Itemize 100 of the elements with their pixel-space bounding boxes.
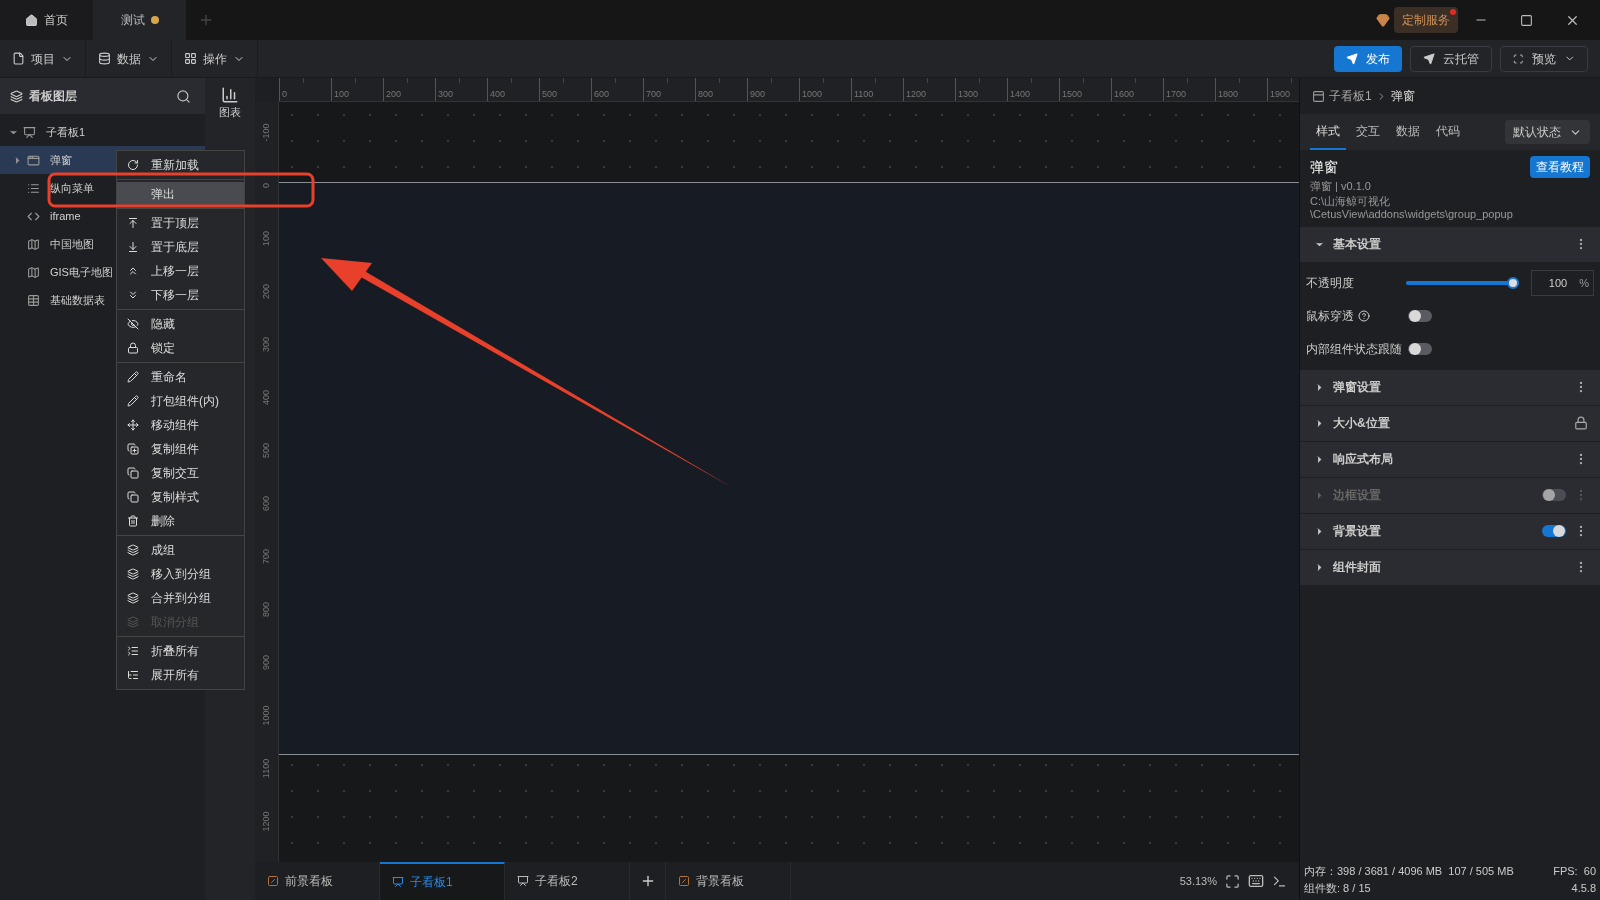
section-header[interactable]: 响应式布局 <box>1300 441 1600 478</box>
menu-item[interactable]: 成组 <box>117 538 244 562</box>
menu-item-icon <box>127 159 139 171</box>
board-tab[interactable]: 子看板2 <box>505 862 630 900</box>
menu-item[interactable]: 移入到分组 <box>117 562 244 586</box>
menu-item-icon <box>127 592 139 604</box>
inspector-tab[interactable]: 交互 <box>1350 114 1386 150</box>
section-header[interactable]: 弹窗设置 <box>1300 369 1600 406</box>
menu-item[interactable]: 复制交互 <box>117 461 244 485</box>
home-icon <box>25 13 38 27</box>
menu-item[interactable]: 复制样式 <box>117 485 244 509</box>
board-tab[interactable]: 子看板1 <box>380 862 505 900</box>
tutorial-button[interactable]: 查看教程 <box>1530 156 1590 178</box>
page-icon <box>1312 89 1325 103</box>
ruler-label: 500 <box>542 90 558 99</box>
layers-icon <box>10 89 23 103</box>
ruler-label: 600 <box>594 90 610 99</box>
service-button[interactable]: 定制服务 <box>1394 7 1458 33</box>
menu-item-icon <box>127 241 139 253</box>
menu-item[interactable]: 隐藏 <box>117 312 244 336</box>
inspector-tab[interactable]: 代码 <box>1430 114 1466 150</box>
layer-icon <box>27 153 40 167</box>
lock-icon[interactable] <box>1574 416 1588 430</box>
ruler-label: 200 <box>262 284 271 299</box>
menu-button[interactable]: 数据 <box>86 40 172 77</box>
menu-item[interactable]: 置于顶层 <box>117 211 244 235</box>
ruler-label: -100 <box>262 123 271 142</box>
layer-board-icon <box>678 875 690 887</box>
ruler-label: 1000 <box>262 705 271 726</box>
menu-item[interactable]: 删除 <box>117 509 244 533</box>
board-tab[interactable]: 背景看板 <box>666 862 791 900</box>
help-icon[interactable] <box>1358 310 1370 322</box>
ruler-label: 1500 <box>1062 90 1083 99</box>
menu-item-icon <box>127 616 139 628</box>
keyboard-icon[interactable] <box>1248 873 1264 889</box>
layer-item[interactable]: 子看板1 <box>0 118 205 146</box>
menu-button[interactable]: 操作 <box>172 40 258 77</box>
widget-path: C:\山海鲸可视化 <box>1310 194 1392 208</box>
toolbar-button[interactable]: 预览 <box>1500 45 1588 72</box>
menu-item[interactable]: 重命名 <box>117 365 244 389</box>
ruler-label: 700 <box>646 90 662 99</box>
inspector-tab[interactable]: 样式 <box>1310 114 1346 150</box>
toolbar-button[interactable]: 云托管 <box>1410 45 1492 72</box>
toggle-switch[interactable] <box>1408 343 1432 355</box>
inspector-tab[interactable]: 数据 <box>1390 114 1426 150</box>
breadcrumb-item[interactable]: 子看板1 <box>1329 87 1372 105</box>
layer-label: 纵向菜单 <box>50 180 94 196</box>
ruler-label: 500 <box>262 443 271 458</box>
menu-item[interactable]: 打包组件(内) <box>117 389 244 413</box>
layer-board-icon <box>267 875 279 887</box>
ruler-label: 1900 <box>1270 90 1291 99</box>
menu-item[interactable]: 复制组件 <box>117 437 244 461</box>
breadcrumb-item[interactable]: 弹窗 <box>1390 87 1415 105</box>
ruler-label: 1100 <box>854 90 874 99</box>
ruler-label: 900 <box>262 655 271 670</box>
menu-item[interactable]: 合并到分组 <box>117 586 244 610</box>
menu-item[interactable]: 折叠所有 <box>117 639 244 663</box>
menu-item-icon <box>127 467 139 479</box>
fit-icon[interactable] <box>1225 873 1240 889</box>
ruler-label: 400 <box>262 390 271 405</box>
menu-button[interactable]: 项目 <box>0 40 86 77</box>
opacity-field[interactable]: 100 % <box>1531 270 1594 296</box>
menu-item[interactable]: 锁定 <box>117 336 244 360</box>
menu-item[interactable]: 置于底层 <box>117 235 244 259</box>
slider-thumb[interactable] <box>1507 277 1519 289</box>
terminal-icon[interactable] <box>1272 873 1287 889</box>
layer-icon <box>23 125 36 139</box>
field-label: 不透明度 <box>1306 275 1354 292</box>
toggle-switch[interactable] <box>1542 525 1566 537</box>
ruler-label: 1100 <box>262 758 271 779</box>
search-icon[interactable] <box>176 88 191 104</box>
chart-tool[interactable]: 图表 <box>219 86 241 121</box>
memory-status: 内存：398 / 3681 / 4096 MB 107 / 505 MB <box>1304 864 1514 879</box>
document-tab[interactable]: 首页 <box>0 0 93 40</box>
menu-item[interactable]: 移动组件 <box>117 413 244 437</box>
document-tab[interactable]: 测试 <box>93 0 186 40</box>
layer-label: iframe <box>50 208 81 224</box>
ruler-label: 700 <box>262 549 271 564</box>
toggle-switch[interactable] <box>1408 310 1432 322</box>
ruler-label: 1200 <box>906 90 927 99</box>
section-header[interactable]: 大小&位置 <box>1300 405 1600 442</box>
state-select[interactable]: 默认状态 <box>1505 120 1590 144</box>
menu-item[interactable]: 展开所有 <box>117 663 244 687</box>
toolbar-button[interactable]: 发布 <box>1334 45 1402 72</box>
section-header[interactable]: 背景设置 <box>1300 513 1600 550</box>
layer-label: 中国地图 <box>50 236 94 252</box>
menu-item[interactable]: 上移一层 <box>117 259 244 283</box>
menu-item[interactable]: 弹出 <box>117 182 244 206</box>
section-header[interactable]: 组件封面 <box>1300 549 1600 586</box>
ruler-label: 1000 <box>802 90 823 99</box>
maximize-icon[interactable] <box>1520 13 1533 27</box>
zoom-level: 53.13% <box>1179 873 1217 889</box>
tab-label: 测试 <box>120 12 145 29</box>
menu-item[interactable]: 下移一层 <box>117 283 244 307</box>
field-label: 内部组件状态跟随 <box>1306 341 1402 358</box>
section-header[interactable]: 基本设置 <box>1300 226 1600 263</box>
ruler-label: 200 <box>386 90 402 99</box>
menu-item-icon <box>127 342 139 354</box>
ruler-label: 100 <box>262 231 271 246</box>
ruler-label: 100 <box>334 90 350 99</box>
